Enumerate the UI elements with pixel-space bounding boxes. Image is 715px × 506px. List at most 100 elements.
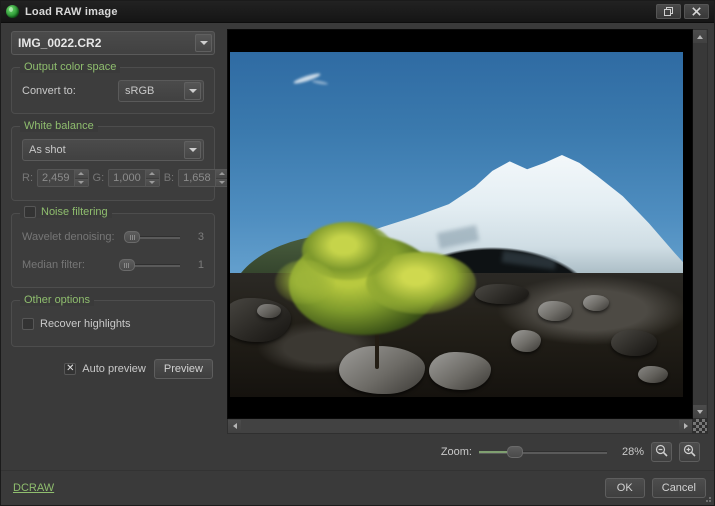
- scroll-right-icon[interactable]: [679, 419, 692, 433]
- wb-b-value: 1,658: [183, 172, 211, 184]
- maximize-button[interactable]: [656, 4, 681, 19]
- auto-preview-label: Auto preview: [82, 363, 146, 375]
- median-filter-row: Median filter: 1: [22, 254, 204, 276]
- close-button[interactable]: [684, 4, 709, 19]
- rock: [338, 345, 425, 394]
- recover-highlights-label: Recover highlights: [40, 318, 131, 330]
- title-bar: Load RAW image: [1, 1, 714, 23]
- median-filter-label: Median filter:: [22, 259, 85, 271]
- slider-handle[interactable]: [124, 231, 141, 243]
- preview-button[interactable]: Preview: [153, 359, 213, 379]
- horizontal-scroll-row: [227, 419, 708, 434]
- auto-preview-checkbox[interactable]: [64, 363, 77, 375]
- wb-g-stepper-buttons[interactable]: [144, 170, 159, 186]
- rock: [257, 303, 282, 318]
- group-title-output-color-space: Output color space: [20, 61, 121, 73]
- scroll-up-icon[interactable]: [693, 30, 706, 43]
- stepper-up-icon[interactable]: [145, 170, 159, 178]
- resize-grip-icon[interactable]: [702, 493, 712, 503]
- wb-r-label: R:: [22, 172, 33, 184]
- preview-panel: Zoom: 28%: [225, 23, 714, 470]
- white-balance-channels-row: R: 2,459 G: 1,000 B: 1,658: [22, 167, 230, 189]
- group-output-color-space: Output color space Convert to: sRGB: [11, 61, 215, 114]
- white-balance-select[interactable]: As shot: [22, 139, 204, 161]
- app-icon: [6, 5, 19, 18]
- zoom-slider[interactable]: [479, 445, 607, 459]
- zoom-in-button[interactable]: [679, 442, 700, 462]
- wavelet-denoising-row: Wavelet denoising: 3: [22, 226, 204, 248]
- chevron-down-icon[interactable]: [195, 34, 212, 52]
- wavelet-denoising-slider[interactable]: [124, 230, 180, 244]
- stepper-down-icon[interactable]: [145, 177, 159, 186]
- noise-filtering-checkbox[interactable]: [24, 206, 36, 218]
- wb-r-stepper-buttons[interactable]: [73, 170, 88, 186]
- zoom-out-icon: [655, 444, 668, 460]
- close-icon: [692, 7, 701, 16]
- rock: [429, 352, 492, 391]
- rock: [510, 330, 541, 353]
- rock: [583, 294, 610, 311]
- slider-handle[interactable]: [118, 259, 135, 271]
- group-other-options: Other options Recover highlights: [11, 294, 215, 347]
- tree-trunk: [374, 329, 379, 370]
- vertical-scroll-trough[interactable]: [693, 43, 707, 405]
- convert-to-label: Convert to:: [22, 85, 76, 97]
- scroll-left-icon[interactable]: [228, 419, 241, 433]
- shrub-foliage: [275, 259, 336, 304]
- wavelet-denoising-value: 3: [197, 231, 204, 243]
- rock: [610, 329, 657, 356]
- group-noise-filtering: Noise filtering Wavelet denoising: 3 Med…: [11, 206, 215, 288]
- median-filter-value: 1: [197, 259, 204, 271]
- stepper-down-icon[interactable]: [74, 177, 88, 186]
- rock: [538, 301, 573, 322]
- recover-highlights-row[interactable]: Recover highlights: [22, 313, 204, 335]
- wavelet-denoising-label: Wavelet denoising:: [22, 231, 115, 243]
- convert-to-row: Convert to: sRGB: [22, 80, 204, 102]
- scrollbar-corner: [693, 419, 708, 434]
- wb-g-stepper[interactable]: 1,000: [108, 169, 160, 187]
- chevron-down-icon[interactable]: [184, 82, 201, 100]
- vertical-scrollbar[interactable]: [693, 29, 708, 419]
- dcraw-link[interactable]: DCRAW: [13, 482, 54, 494]
- wb-b-stepper[interactable]: 1,658: [178, 169, 230, 187]
- footer-buttons: OK Cancel: [604, 478, 706, 498]
- zoom-percent: 28%: [621, 446, 644, 458]
- zoom-label: Zoom:: [440, 446, 472, 458]
- convert-to-value: sRGB: [125, 85, 155, 97]
- recover-highlights-checkbox[interactable]: [22, 318, 34, 330]
- group-title-noise-filtering: Noise filtering: [20, 206, 112, 218]
- zoom-toolbar: Zoom: 28%: [227, 434, 708, 470]
- median-filter-slider[interactable]: [118, 258, 180, 272]
- wb-r-value: 2,459: [42, 172, 70, 184]
- auto-preview-toggle[interactable]: Auto preview: [64, 363, 146, 375]
- cancel-button[interactable]: Cancel: [651, 478, 706, 498]
- window-title: Load RAW image: [25, 5, 118, 18]
- maximize-icon: [664, 7, 673, 16]
- raw-image-preview: [230, 52, 683, 397]
- slider-handle[interactable]: [506, 446, 523, 458]
- zoom-out-button[interactable]: [651, 442, 672, 462]
- group-title-other-options: Other options: [20, 294, 95, 306]
- convert-to-select[interactable]: sRGB: [118, 80, 204, 102]
- ok-button[interactable]: OK: [604, 478, 645, 498]
- noise-filtering-label: Noise filtering: [41, 206, 108, 218]
- wb-b-label: B:: [163, 172, 175, 184]
- rock: [474, 283, 529, 304]
- white-balance-mode-row: As shot: [22, 139, 204, 161]
- window-controls: [656, 4, 712, 19]
- file-select[interactable]: IMG_0022.CR2: [11, 31, 215, 55]
- scroll-down-icon[interactable]: [693, 405, 706, 418]
- group-title-white-balance: White balance: [20, 120, 98, 132]
- rock: [637, 366, 668, 384]
- image-canvas[interactable]: [227, 29, 693, 419]
- wb-g-label: G:: [92, 172, 105, 184]
- load-raw-dialog: Load RAW image IMG_0022.CR2 Output color…: [0, 0, 715, 506]
- wb-r-stepper[interactable]: 2,459: [37, 169, 89, 187]
- settings-panel: IMG_0022.CR2 Output color space Convert …: [1, 23, 230, 470]
- dialog-content: IMG_0022.CR2 Output color space Convert …: [1, 23, 714, 470]
- file-select-value: IMG_0022.CR2: [18, 36, 102, 50]
- wb-g-value: 1,000: [113, 172, 141, 184]
- horizontal-scrollbar[interactable]: [227, 419, 693, 434]
- stepper-up-icon[interactable]: [74, 170, 88, 178]
- chevron-down-icon[interactable]: [184, 141, 201, 159]
